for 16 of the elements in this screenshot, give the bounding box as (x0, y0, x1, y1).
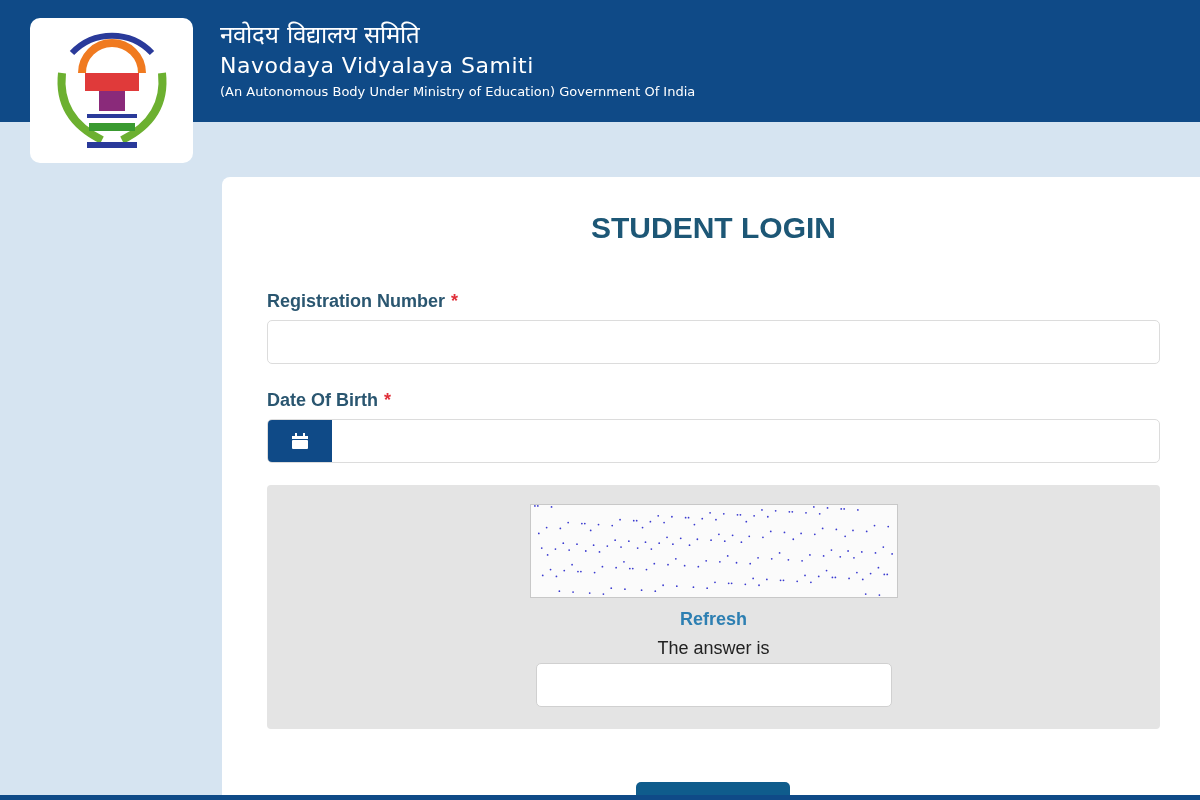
form-title: STUDENT LOGIN (591, 211, 836, 245)
header-title-hindi: नवोदय विद्यालय समिति (220, 20, 422, 50)
header-title: Navodaya Vidyalaya Samiti (220, 52, 535, 80)
answer-input-field[interactable] (535, 663, 892, 707)
required-mark: * (451, 291, 459, 312)
date-input-field[interactable] (267, 419, 1160, 463)
calendar-icon (291, 432, 309, 450)
refresh-link[interactable]: Refresh (680, 609, 747, 630)
field-label: Registration Number (267, 291, 446, 312)
submit-button[interactable] (636, 782, 790, 795)
required-mark: * (384, 390, 392, 411)
field-label: Date Of Birth (267, 390, 378, 411)
captcha-prompt: The answer is (657, 638, 770, 659)
calendar-button[interactable] (268, 420, 332, 462)
header-subtitle: (An Autonomous Body Under Ministry of Education) Government Of India (220, 83, 697, 101)
text-input-field[interactable] (267, 320, 1160, 364)
